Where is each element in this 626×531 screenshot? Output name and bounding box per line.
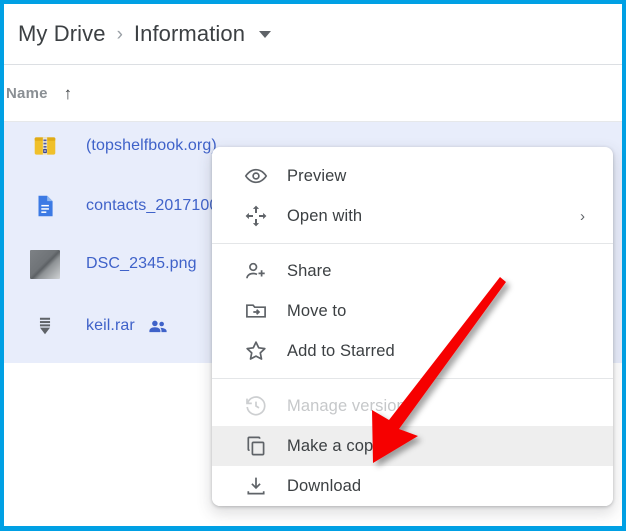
menu-item-add-to-starred[interactable]: Add to Starred [212, 331, 613, 371]
sort-ascending-icon[interactable]: ↑ [64, 85, 73, 102]
menu-item-download[interactable]: Download [212, 466, 613, 506]
menu-separator [212, 378, 613, 379]
context-menu: Preview Open with › Share [212, 147, 613, 506]
breadcrumb: My Drive › Information [4, 4, 622, 64]
file-name-label[interactable]: contacts_20171001 [86, 197, 227, 215]
breadcrumb-separator-icon: › [117, 25, 123, 44]
file-name-label[interactable]: DSC_2345.png [86, 255, 197, 273]
file-name-label[interactable]: (topshelfbook.org) [86, 137, 217, 155]
people-shared-icon [147, 315, 169, 337]
menu-item-label: Add to Starred [287, 342, 395, 361]
google-doc-icon [30, 191, 60, 221]
column-header-row: Name ↑ [4, 65, 622, 122]
menu-item-label: Make a copy [287, 437, 382, 456]
zip-archive-icon [30, 131, 60, 161]
file-name-label[interactable]: keil.rar [86, 317, 135, 335]
menu-item-share[interactable]: Share [212, 251, 613, 291]
menu-item-move-to[interactable]: Move to [212, 291, 613, 331]
history-clock-icon [243, 393, 269, 419]
menu-item-label: Open with [287, 207, 362, 226]
menu-separator [212, 243, 613, 244]
rar-archive-icon [30, 311, 60, 341]
star-outline-icon [243, 338, 269, 364]
breadcrumb-item-information[interactable]: Information [134, 21, 245, 47]
menu-item-open-with[interactable]: Open with › [212, 196, 613, 236]
menu-item-label: Share [287, 262, 332, 281]
menu-item-label: Move to [287, 302, 346, 321]
eye-icon [243, 163, 269, 189]
menu-item-label: Manage versions [287, 397, 414, 416]
open-with-move-icon [243, 203, 269, 229]
menu-item-manage-versions: Manage versions [212, 386, 613, 426]
copy-icon [243, 433, 269, 459]
menu-item-label: Download [287, 477, 361, 496]
app-window: My Drive › Information Name ↑ [0, 0, 626, 531]
chevron-down-icon[interactable] [259, 31, 271, 38]
breadcrumb-item-my-drive[interactable]: My Drive [18, 21, 106, 47]
download-icon [243, 473, 269, 499]
menu-item-label: Preview [287, 167, 346, 186]
image-thumbnail [30, 249, 60, 279]
menu-item-make-a-copy[interactable]: Make a copy [212, 426, 613, 466]
menu-item-preview[interactable]: Preview [212, 156, 613, 196]
submenu-chevron-icon: › [580, 209, 585, 224]
move-to-folder-icon [243, 298, 269, 324]
column-header-name[interactable]: Name [6, 85, 48, 102]
person-add-icon [243, 258, 269, 284]
